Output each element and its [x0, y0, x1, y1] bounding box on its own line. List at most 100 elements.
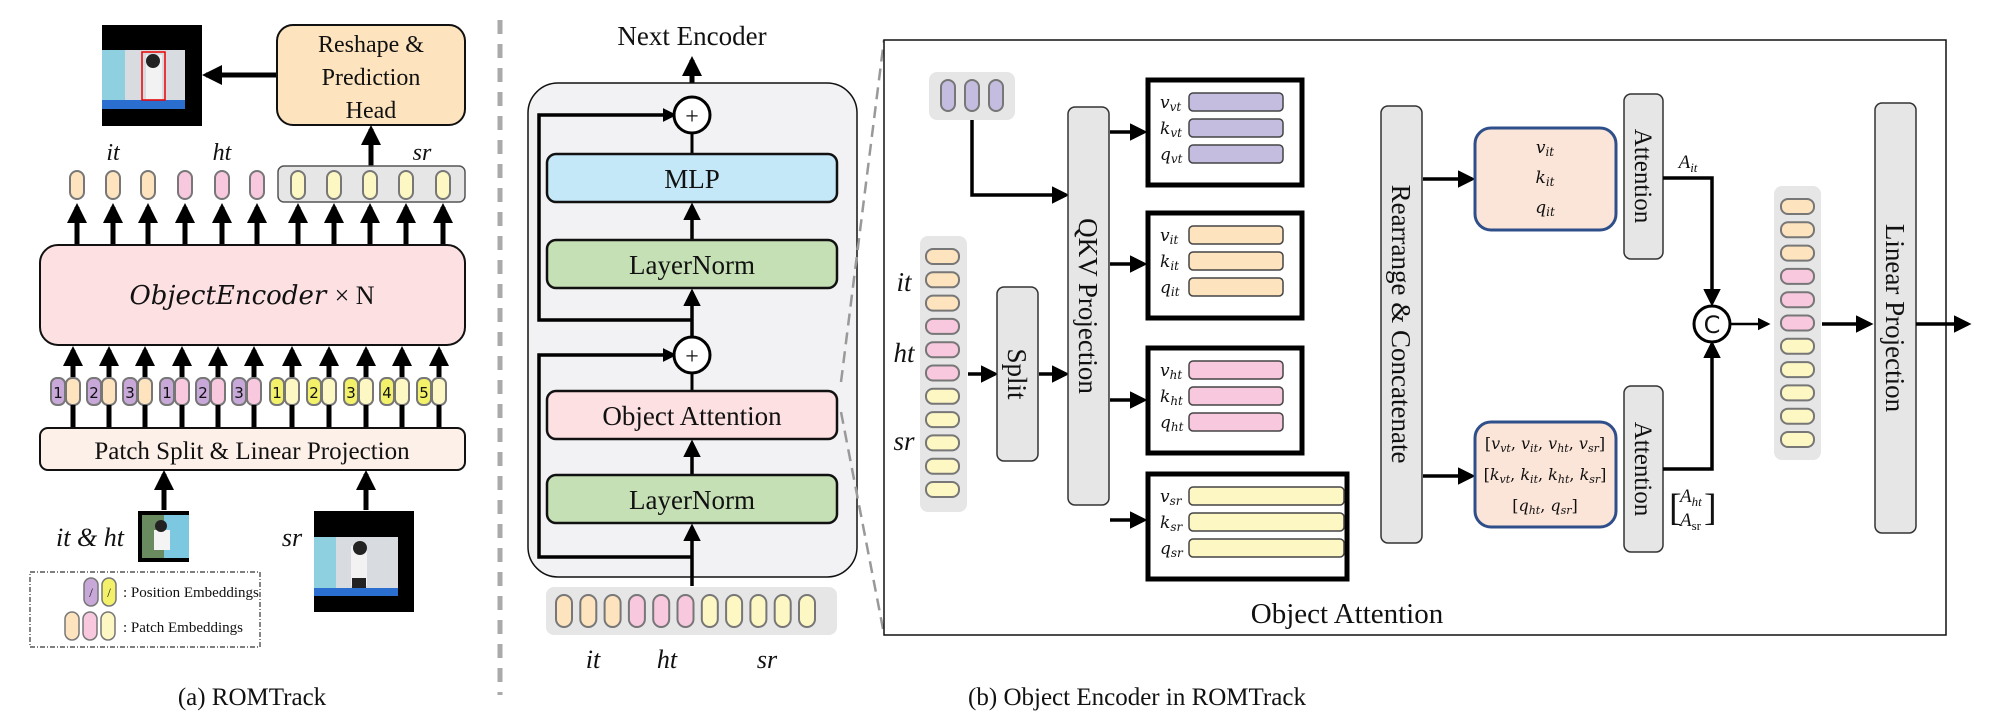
position-number: 2 [198, 384, 208, 402]
layernorm-bottom-label: LayerNorm [629, 485, 755, 515]
output-token-ht [1780, 267, 1815, 285]
layernorm-top-label: LayerNorm [629, 250, 755, 280]
attention-label-upper: Attention [1629, 129, 1656, 224]
qkv-bar-sr [1188, 512, 1345, 532]
output-tokens [1780, 198, 1815, 448]
reshape-line-2: Prediction [322, 65, 421, 91]
position-number: 3 [234, 384, 244, 402]
legend-patch-it [64, 611, 80, 641]
output-token-sr [362, 170, 378, 200]
template-image [138, 511, 189, 562]
output-token-ht [177, 170, 193, 200]
encoder-token-ht [627, 594, 646, 628]
position-number: 3 [125, 384, 135, 402]
encoder-token-ht [652, 594, 671, 628]
enc-label-sr: sr [757, 645, 778, 674]
input-tokens [925, 248, 960, 498]
split-label: Split [1002, 348, 1032, 400]
search-input-label: sr [282, 523, 303, 552]
panel-a: Reshape & Prediction Head it ht sr Objec… [29, 24, 466, 711]
qkv-bar-it [1188, 251, 1284, 271]
patch-embedding-it [65, 377, 81, 406]
output-token-it [1780, 221, 1815, 239]
patch-embedding-sr [394, 377, 410, 406]
encoder-token-sr [700, 594, 719, 628]
input-token-sr [925, 457, 960, 475]
bracket-right: ] [1704, 487, 1717, 529]
object-attention-detail: vt it ht sr Split QKV Projection vvtkvtq… [883, 39, 1972, 636]
input-token-it [925, 248, 960, 265]
encoder-token-it [603, 594, 622, 628]
qkv-bar-sr [1188, 486, 1345, 506]
encoder-token-sr [749, 594, 768, 628]
input-token-sr [925, 387, 960, 405]
patch-output-lines [70, 405, 442, 427]
output-token-ht [1780, 314, 1815, 332]
qkv-group-sr: vsrksrqsr [1110, 471, 1350, 582]
qkv-bar-ht [1188, 386, 1284, 406]
vt-token [940, 79, 956, 112]
legend-patch-ht [82, 611, 98, 641]
position-number: 5 [419, 384, 429, 402]
oa-label-it: it [896, 267, 913, 297]
qkv-bar-ht [1188, 360, 1284, 380]
panel-b-encoder: Next Encoder + MLP LayerNorm + Object At… [527, 21, 886, 674]
embedding-tokens: 1 2 3 1 2 3 1 2 3 4 5 [50, 377, 447, 406]
output-token-it [1780, 198, 1815, 215]
concat-symbol: C [1704, 311, 1721, 339]
patch-embedding-sr [321, 377, 337, 406]
output-token-sr [435, 170, 451, 200]
output-token-sr [398, 170, 414, 200]
vt-token [964, 79, 980, 112]
legend-position-label: : Position Embeddings [123, 585, 259, 601]
patch-split-label: Patch Split & Linear Projection [94, 438, 410, 465]
patch-embedding-sr [284, 377, 300, 406]
caption-b: (b) Object Encoder in ROMTrack [968, 684, 1306, 711]
output-token-ht [214, 170, 230, 200]
oa-label-ht: ht [893, 338, 916, 368]
output-token-sr [1780, 431, 1815, 448]
vt-tokens [940, 79, 1004, 112]
patch-embedding-ht [210, 377, 226, 406]
position-number: 1 [272, 384, 282, 402]
output-token-it [140, 170, 156, 200]
encoder-input-arrows [63, 346, 449, 377]
upper-box-text: vit​kit​qit​ [1535, 138, 1555, 219]
qkv-bar-it [1188, 277, 1284, 297]
encoder-token-it [555, 594, 573, 628]
oa-label-sr: sr [893, 426, 915, 456]
legend-patch-sr [100, 611, 116, 641]
output-token-sr [1780, 337, 1815, 355]
input-token-ht [925, 364, 960, 382]
output-token-sr [1780, 384, 1815, 402]
reshape-line-1: Reshape & [318, 32, 424, 58]
position-number: 3 [346, 384, 356, 402]
encoder-token-sr [725, 594, 744, 628]
input-token-ht [925, 317, 960, 335]
qkv-bar-sr [1188, 538, 1345, 558]
patch-embedding-it [101, 377, 117, 406]
enc-label-ht: ht [657, 645, 678, 674]
patch-embedding-it [137, 377, 153, 406]
input-token-sr [925, 434, 960, 452]
qkv-bar-ht [1188, 412, 1284, 432]
reshape-line-3: Head [346, 98, 397, 124]
position-number: 1 [162, 384, 172, 402]
input-token-it [925, 294, 960, 312]
patch-embedding-ht [174, 377, 190, 406]
encoder-token-sr [773, 594, 792, 628]
output-token-ht [1780, 291, 1815, 309]
position-number: 2 [309, 384, 319, 402]
qkv-bar-it [1188, 225, 1284, 245]
search-image [314, 511, 414, 612]
output-token-it [105, 170, 121, 200]
rearrange-label: Rearrange & Concatenate [1386, 185, 1416, 464]
qkv-bar-vt [1188, 118, 1284, 138]
input-token-sr [925, 411, 960, 429]
position-number: 1 [53, 384, 63, 402]
output-token-it [1780, 244, 1815, 262]
input-token-ht [925, 341, 960, 359]
position-number: 2 [89, 384, 99, 402]
output-token-sr [1780, 407, 1815, 425]
next-encoder-label: Next Encoder [617, 21, 766, 51]
